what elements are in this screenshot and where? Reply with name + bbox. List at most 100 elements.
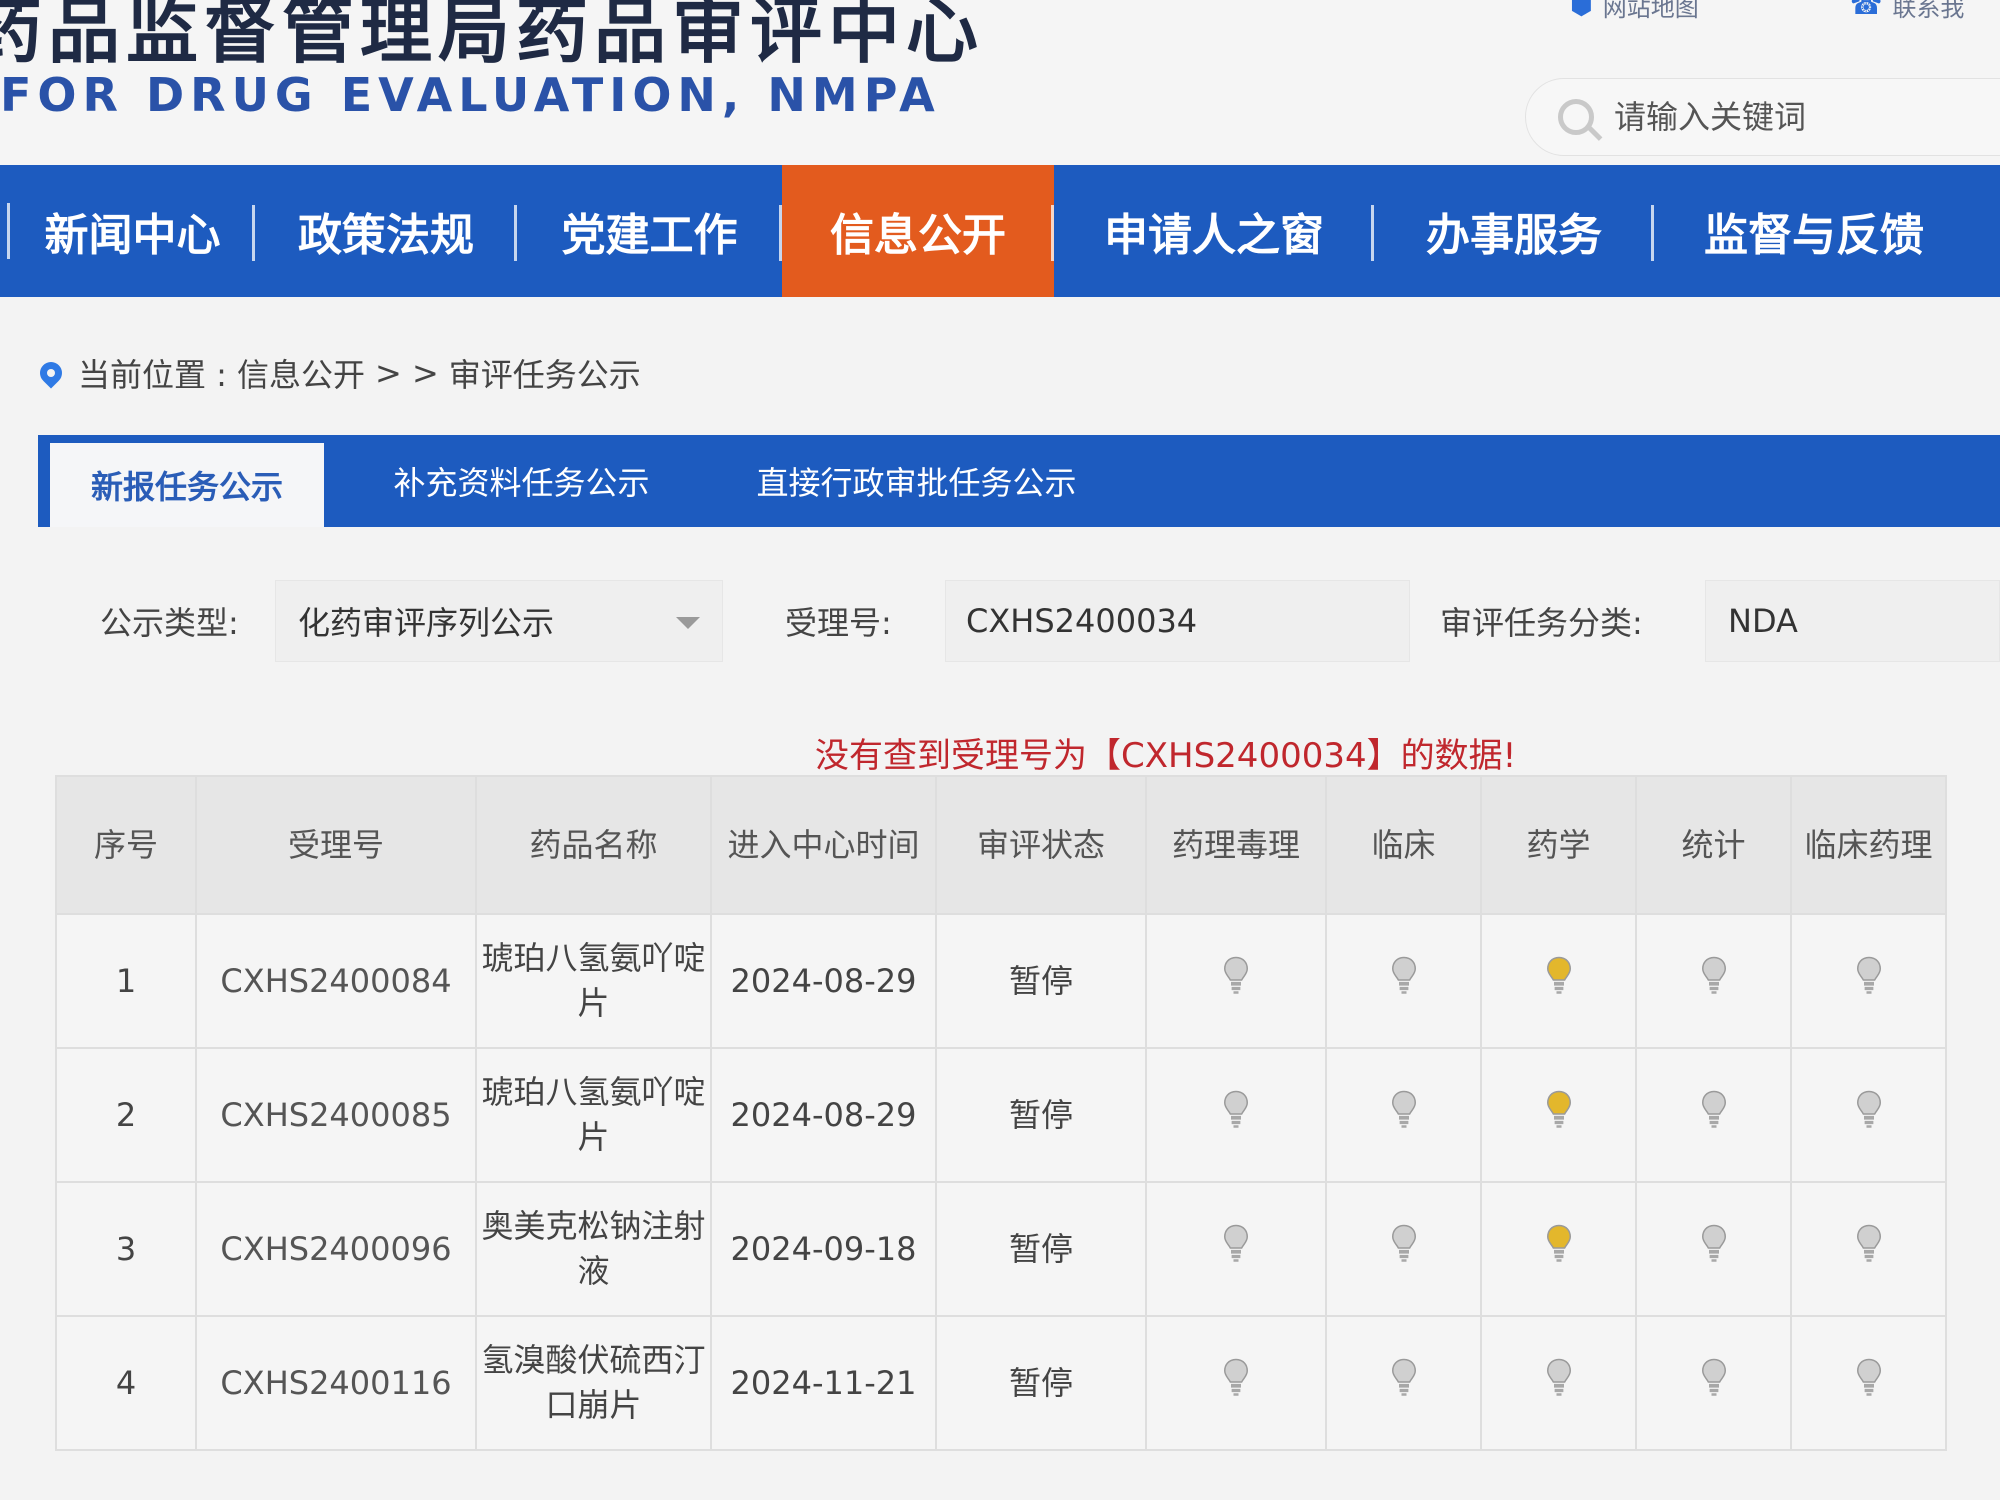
cell-clinical-pharmacology-light [1790,1315,1947,1451]
contact-label: 联系我 [1892,0,1965,22]
header-pharmacy: 药学 [1480,775,1637,915]
cell-pharmacology-light [1145,913,1327,1049]
no-data-message: 没有查到受理号为【CXHS2400034】的数据! [815,736,1517,776]
nav-item-services[interactable]: 办事服务 [1374,165,1654,297]
sub-tabs: 新报任务公示 补充资料任务公示 直接行政审批任务公示 [38,435,2000,527]
cell-drug-name: 氢溴酸伏硫西汀口崩片 [475,1315,712,1451]
nav-item-news[interactable]: 新闻中心 [10,165,255,297]
header-statistics: 统计 [1635,775,1792,915]
cell-pharmacology-light [1145,1047,1327,1183]
accept-no-value: CXHS2400034 [966,602,1198,640]
lightbulb-icon [1701,1090,1726,1128]
accept-no-input[interactable]: CXHS2400034 [945,580,1410,662]
lightbulb-icon [1391,1358,1416,1396]
breadcrumb: 当前位置 : 信息公开 > > 审评任务公示 [35,350,641,396]
tab-supplement-tasks[interactable]: 补充资料任务公示 [324,435,719,527]
breadcrumb-current: 审评任务公示 [448,356,641,394]
cell-status: 暂停 [935,1315,1147,1451]
cell-clinical-pharmacology-light [1790,1047,1947,1183]
search-icon[interactable] [1558,99,1594,135]
lightbulb-icon [1856,1224,1881,1262]
type-label: 公示类型: [100,604,239,642]
lightbulb-icon [1856,956,1881,994]
cell-accept-no: CXHS2400096 [195,1181,477,1317]
cell-entry-date: 2024-08-29 [710,1047,937,1183]
cell-no: 1 [55,913,197,1049]
cell-pharmacy-light [1480,1047,1637,1183]
cell-entry-date: 2024-08-29 [710,913,937,1049]
accept-no-label: 受理号: [785,604,892,642]
page: 药品监督管理局药品审评中心 FOR DRUG EVALUATION, NMPA … [0,0,2000,1500]
cell-statistics-light [1635,1047,1792,1183]
task-category-label: 审评任务分类: [1440,604,1643,642]
cell-statistics-light [1635,1315,1792,1451]
search-input[interactable] [1614,98,2000,136]
lightbulb-icon [1223,1090,1249,1128]
breadcrumb-parent[interactable]: 信息公开 [237,350,365,396]
nav-item-applicant[interactable]: 申请人之窗 [1054,165,1374,297]
header-drug-name: 药品名称 [475,775,712,915]
main-nav: 新闻中心 政策法规 党建工作 信息公开 申请人之窗 办事服务 监督与反馈 [0,165,2000,297]
cell-entry-date: 2024-11-21 [710,1315,937,1451]
tab-new-tasks[interactable]: 新报任务公示 [50,443,324,527]
header-accept-no: 受理号 [195,775,477,915]
cell-clinical-light [1325,913,1482,1049]
nav-item-feedback[interactable]: 监督与反馈 [1654,165,1974,297]
header-clinical-pharmacology: 临床药理 [1790,775,1947,915]
cell-clinical-light [1325,1181,1482,1317]
lightbulb-icon [1701,956,1726,994]
site-header: 药品监督管理局药品审评中心 FOR DRUG EVALUATION, NMPA … [0,0,2000,165]
breadcrumb-separator: > > [374,354,439,392]
lightbulb-icon [1546,1358,1571,1396]
cell-accept-no: CXHS2400116 [195,1315,477,1451]
contact-link[interactable]: ☎ 联系我 [1850,0,1964,23]
site-map-label: 网站地图 [1602,0,1699,22]
nav-item-party[interactable]: 党建工作 [517,165,782,297]
table-row[interactable]: 1 CXHS2400084 琥珀八氢氨吖啶片 2024-08-29 暂停 [55,913,1947,1049]
type-select[interactable]: 化药审评序列公示 [275,580,723,662]
lightbulb-icon [1546,1224,1571,1262]
header-entry-date: 进入中心时间 [710,775,937,915]
header-pharmacology: 药理毒理 [1145,775,1327,915]
cell-drug-name: 琥珀八氢氨吖啶片 [475,1047,712,1183]
table-row[interactable]: 3 CXHS2400096 奥美克松钠注射液 2024-09-18 暂停 [55,1181,1947,1317]
header-clinical: 临床 [1325,775,1482,915]
site-subtitle: FOR DRUG EVALUATION, NMPA [0,68,941,122]
lightbulb-icon [1223,1224,1249,1262]
type-select-value: 化药审评序列公示 [298,604,555,642]
table-row[interactable]: 2 CXHS2400085 琥珀八氢氨吖啶片 2024-08-29 暂停 [55,1047,1947,1183]
cell-no: 3 [55,1181,197,1317]
lightbulb-icon [1223,1358,1249,1396]
cell-pharmacology-light [1145,1315,1327,1451]
nav-divider [0,203,10,259]
task-category-value: NDA [1728,602,1798,640]
cell-drug-name: 琥珀八氢氨吖啶片 [475,913,712,1049]
tab-admin-approval-tasks[interactable]: 直接行政审批任务公示 [719,435,1114,527]
nav-item-disclosure[interactable]: 信息公开 [782,165,1054,297]
cell-statistics-light [1635,913,1792,1049]
nav-item-policy[interactable]: 政策法规 [255,165,517,297]
lightbulb-icon [1701,1358,1726,1396]
site-map-link[interactable]: ⬢ 网站地图 [1570,0,1699,23]
phone-icon: ☎ [1850,0,1883,21]
task-category-select[interactable]: NDA [1705,580,2000,662]
site-title: 药品监督管理局药品审评中心 [0,0,985,73]
lightbulb-icon [1856,1090,1881,1128]
cell-entry-date: 2024-09-18 [710,1181,937,1317]
lightbulb-icon [1223,956,1249,994]
lightbulb-icon [1546,1090,1571,1128]
filter-bar: 公示类型: 化药审评序列公示 受理号: CXHS2400034 审评任务分类: … [0,570,2000,680]
location-icon: ⬢ [1570,0,1593,21]
lightbulb-icon [1391,1090,1416,1128]
table-row[interactable]: 4 CXHS2400116 氢溴酸伏硫西汀口崩片 2024-11-21 暂停 [55,1315,1947,1451]
header-status: 审评状态 [935,775,1147,915]
lightbulb-icon [1546,956,1571,994]
cell-status: 暂停 [935,1047,1147,1183]
cell-statistics-light [1635,1181,1792,1317]
cell-pharmacy-light [1480,1181,1637,1317]
breadcrumb-prefix: 当前位置 : [78,356,227,394]
cell-status: 暂停 [935,913,1147,1049]
cell-clinical-pharmacology-light [1790,1181,1947,1317]
cell-pharmacy-light [1480,913,1637,1049]
cell-clinical-pharmacology-light [1790,913,1947,1049]
